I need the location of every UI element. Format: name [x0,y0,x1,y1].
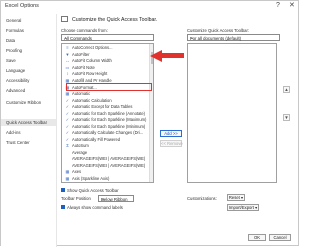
choose-commands-label: Choose commands from: [61,28,108,33]
add-button[interactable]: Add >> [160,130,182,137]
excel-options-dialog: Excel Options ? ✕ General Formulas Data … [0,0,300,247]
show-qat-checkbox[interactable] [61,188,65,192]
checkmark-icon: ✓ [65,117,70,122]
chevron-down-icon: ⌄ [190,34,195,41]
nav-item-add-ins[interactable]: Add-ins [6,130,21,135]
remove-button[interactable]: << Remove [160,140,183,147]
list-item[interactable]: Σ AutoSum [65,143,89,148]
checkmark-icon: ✓ [65,97,70,103]
always-show-labels-checkbox[interactable] [61,205,65,209]
list-item[interactable]: ✓ Automatic Calculation [65,98,112,103]
nav-item-formulas[interactable]: Formulas [6,28,24,33]
choose-commands-select[interactable]: All Commands ⌄ [61,34,154,41]
list-item[interactable]: ✓ Automatic for Each Sparkline (Maximum) [65,117,147,122]
list-item[interactable]: ▼ AutoFilter [65,51,89,57]
ok-button[interactable]: OK [248,234,266,241]
autoformat-highlight-box [66,83,152,91]
window-title: Excel Options [5,3,39,9]
qat-commands-list[interactable] [187,43,277,183]
list-item[interactable]: ✓ Automatically Calculate Changes (Dri... [65,130,143,135]
list-item[interactable]: ✓ Automatic for Each Sparkline (Annotate) [65,111,145,116]
show-qat-label: Show Quick Access Toolbar [67,187,119,193]
list-item[interactable]: AVERAGEIFS(WEI | AVERAGEIFS(WE) [65,156,145,161]
chart-icon: ▦ [65,169,70,174]
sum-icon: Σ [66,143,69,148]
list-item[interactable]: ▦ Automatic [65,91,91,96]
list-item[interactable]: ✓ Automatically Fill Powered [65,137,120,142]
commands-list[interactable]: ≡ AutoCorrect Options... ▼ AutoFilter ↔ Aut… [61,43,154,183]
customize-qat-select[interactable]: For all documents (default) ⌄ [187,34,280,41]
move-down-button[interactable]: ▼ [283,114,290,121]
command-icon: ≡ [66,45,69,50]
nav-item-language[interactable]: Language [6,68,25,73]
page-title: Customize the Quick Access Toolbar. [72,17,158,23]
list-item[interactable]: ↕ AutoFit Row Height [65,71,107,76]
toolbar-position-label: Toolbar Position [61,196,91,201]
checkmark-icon: ✓ [65,110,70,116]
chevron-down-icon: ⌄ [64,34,69,41]
checkmark-icon: ✓ [65,123,70,129]
checkmark-icon: ✓ [65,104,70,109]
command-icon: ↕ [66,71,69,76]
title-bar: Excel Options ? ✕ [1,1,300,14]
nav-item-accessibility[interactable]: Accessibility [6,78,29,83]
qat-panel: Customize the Quick Access Toolbar. Choo… [58,14,299,247]
red-arrow-body [162,53,184,58]
toolbar-position-select[interactable]: Below Ribbon ⌄ [98,195,134,202]
list-item[interactable]: ▦ Axis (Sparkline Axis) [65,175,110,181]
command-icon: ↔ [65,58,70,63]
command-icon: ▭ [65,64,70,70]
nav-item-trust-center[interactable]: Trust Center [6,140,30,145]
qat-header-icon [61,16,68,22]
list-item[interactable]: ▦ Axes [65,169,82,174]
customize-qat-label: Customize Quick Access Toolbar: [187,28,250,33]
commands-scrollbar[interactable] [149,44,153,182]
nav-item-save[interactable]: Save [6,58,16,63]
move-up-button[interactable]: ▲ [283,86,290,93]
options-nav: General Formulas Data Proofing Save Lang… [1,14,57,247]
help-icon[interactable]: ? [276,2,280,10]
nav-item-quick-access-toolbar[interactable]: Quick Access Toolbar [6,120,47,125]
nav-item-customize-ribbon[interactable]: Customize Ribbon [6,100,41,105]
reset-button[interactable]: Reset ▾ [227,194,245,201]
list-item[interactable]: ≡ AutoCorrect Options... [65,45,112,50]
command-icon: ▦ [65,91,70,96]
nav-item-advanced[interactable]: Advanced [6,88,25,93]
nav-item-general[interactable]: General [6,18,21,23]
customizations-label: Customizations: [187,196,217,201]
command-icon: ▼ [65,51,70,57]
nav-item-data[interactable]: Data [6,38,15,43]
red-arrow-head [150,49,162,62]
chart-icon: ▦ [65,175,70,181]
list-item[interactable]: ↔ AutoFit Column Width [65,58,111,63]
list-item[interactable]: ✓ Automatic for Each Sparkline (Minimum) [65,123,146,129]
list-item[interactable]: ✓ Automatic Except for Data Tables [65,104,133,109]
command-icon: ▦ [65,77,70,83]
list-item[interactable]: ▭ AutoFit Note [65,65,95,70]
checkmark-icon: ✓ [65,130,70,135]
nav-item-proofing[interactable]: Proofing [6,48,22,53]
chevron-down-icon: ⌄ [101,195,106,202]
list-item[interactable]: AVERAGEIFS(WEI | AVERAGEIFS(WE) [65,163,145,168]
cancel-button[interactable]: Cancel [269,234,291,241]
list-item[interactable]: Average [65,150,87,155]
import-export-button[interactable]: Import/Export ▾ [227,204,259,211]
close-icon[interactable]: ✕ [289,2,295,10]
list-item[interactable]: ▦ Autofill and Pr Handle [65,78,112,83]
always-show-labels-label: Always show command labels [67,204,123,210]
checkmark-icon: ✓ [65,136,70,142]
